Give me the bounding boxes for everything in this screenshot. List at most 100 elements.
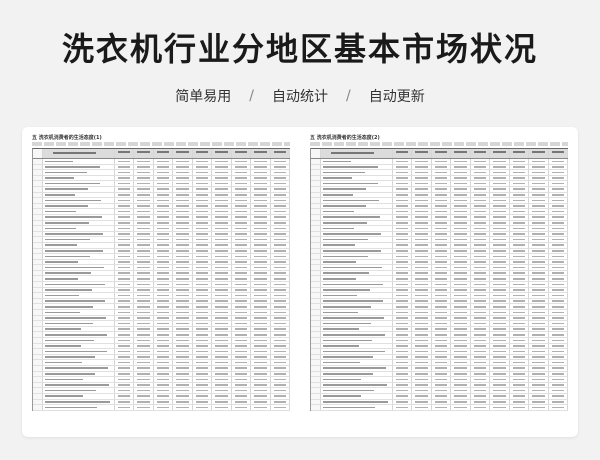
value-cell bbox=[393, 203, 413, 209]
value-cell bbox=[510, 293, 530, 298]
header-cell bbox=[412, 149, 432, 158]
value-cell bbox=[173, 265, 193, 270]
value-cell bbox=[193, 181, 213, 186]
value-cell bbox=[212, 203, 232, 209]
region-cell bbox=[33, 231, 43, 237]
value-cell bbox=[529, 254, 549, 259]
value-cell bbox=[134, 287, 154, 293]
region-cell bbox=[33, 349, 43, 354]
region-cell bbox=[33, 293, 43, 298]
value-cell bbox=[134, 315, 154, 321]
value-cell bbox=[173, 198, 193, 203]
value-cell bbox=[549, 304, 568, 310]
value-cell bbox=[393, 405, 413, 410]
value-cell bbox=[193, 248, 213, 254]
value-cell bbox=[251, 259, 271, 265]
value-cell bbox=[510, 343, 530, 349]
value-cell bbox=[471, 360, 491, 365]
value-cell bbox=[471, 354, 491, 360]
value-cell bbox=[471, 310, 491, 315]
value-cell bbox=[412, 186, 432, 192]
value-cell bbox=[115, 175, 135, 181]
value-cell bbox=[232, 371, 252, 377]
value-cell bbox=[115, 198, 135, 203]
value-cell bbox=[134, 304, 154, 310]
region-cell bbox=[33, 159, 43, 164]
value-cell bbox=[529, 170, 549, 175]
value-cell bbox=[412, 265, 432, 270]
value-cell bbox=[232, 365, 252, 371]
value-cell bbox=[412, 282, 432, 287]
value-cell bbox=[432, 214, 452, 220]
value-cell bbox=[412, 293, 432, 298]
value-cell bbox=[173, 382, 193, 388]
value-cell bbox=[393, 181, 413, 186]
value-cell bbox=[232, 276, 252, 282]
value-cell bbox=[134, 214, 154, 220]
value-cell bbox=[412, 405, 432, 410]
region-cell bbox=[311, 203, 321, 209]
value-cell bbox=[451, 181, 471, 186]
value-cell bbox=[451, 254, 471, 259]
value-cell bbox=[471, 164, 491, 170]
value-cell bbox=[510, 242, 530, 248]
value-cell bbox=[212, 220, 232, 226]
name-cell bbox=[43, 259, 115, 265]
value-cell bbox=[490, 226, 510, 231]
value-cell bbox=[529, 270, 549, 276]
value-cell bbox=[193, 349, 213, 354]
region-cell bbox=[33, 388, 43, 393]
value-cell bbox=[471, 326, 491, 332]
value-cell bbox=[173, 293, 193, 298]
value-cell bbox=[232, 405, 252, 410]
value-cell bbox=[490, 276, 510, 282]
value-cell bbox=[490, 382, 510, 388]
value-cell bbox=[432, 298, 452, 304]
name-cell bbox=[43, 382, 115, 388]
value-cell bbox=[134, 332, 154, 337]
value-cell bbox=[173, 254, 193, 259]
value-cell bbox=[529, 186, 549, 192]
value-cell bbox=[529, 326, 549, 332]
value-cell bbox=[510, 332, 530, 337]
value-cell bbox=[115, 181, 135, 186]
value-cell bbox=[193, 203, 213, 209]
value-cell bbox=[134, 270, 154, 276]
value-cell bbox=[271, 254, 290, 259]
value-cell bbox=[193, 326, 213, 332]
value-cell bbox=[115, 365, 135, 371]
value-cell bbox=[549, 405, 568, 410]
value-cell bbox=[490, 354, 510, 360]
region-cell bbox=[311, 405, 321, 410]
name-cell bbox=[321, 254, 393, 259]
value-cell bbox=[471, 365, 491, 371]
value-cell bbox=[529, 181, 549, 186]
tag-auto-stats: 自动统计 bbox=[272, 89, 328, 105]
value-cell bbox=[251, 175, 271, 181]
value-cell bbox=[173, 181, 193, 186]
value-cell bbox=[134, 265, 154, 270]
value-cell bbox=[251, 242, 271, 248]
value-cell bbox=[115, 220, 135, 226]
value-cell bbox=[510, 209, 530, 214]
region-cell bbox=[33, 175, 43, 181]
region-cell bbox=[311, 220, 321, 226]
value-cell bbox=[115, 214, 135, 220]
value-cell bbox=[451, 393, 471, 399]
region-cell bbox=[311, 282, 321, 287]
value-cell bbox=[115, 226, 135, 231]
value-cell bbox=[549, 326, 568, 332]
value-cell bbox=[271, 371, 290, 377]
name-cell bbox=[43, 338, 115, 343]
value-cell bbox=[490, 203, 510, 209]
value-cell bbox=[173, 310, 193, 315]
value-cell bbox=[271, 248, 290, 254]
value-cell bbox=[432, 287, 452, 293]
value-cell bbox=[173, 203, 193, 209]
value-cell bbox=[193, 175, 213, 181]
value-cell bbox=[393, 242, 413, 248]
value-cell bbox=[549, 310, 568, 315]
region-cell bbox=[311, 399, 321, 405]
value-cell bbox=[432, 304, 452, 310]
header-cell bbox=[321, 149, 393, 158]
